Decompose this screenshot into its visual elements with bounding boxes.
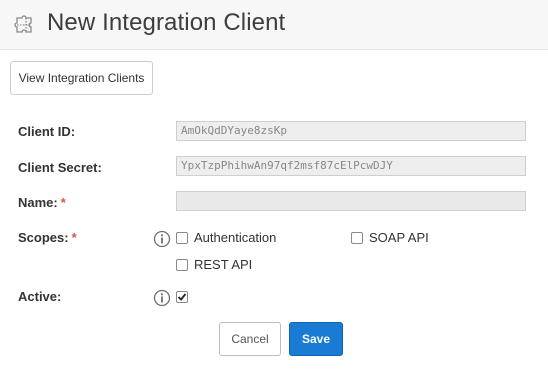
page-title: New Integration Client [47,9,286,36]
authentication-checkbox[interactable] [176,232,188,244]
client-id-label-text: Client ID: [18,124,76,139]
soap-api-label: SOAP API [369,230,429,245]
active-checkbox[interactable] [176,291,188,303]
page-header: New Integration Client [0,0,548,50]
save-button[interactable]: Save [289,322,343,356]
client-id-label: Client ID: [18,124,75,139]
name-label: Name: * [18,195,66,210]
rest-api-checkbox[interactable] [176,259,188,271]
rest-api-label: REST API [194,257,253,272]
required-mark: * [71,230,77,245]
client-secret-label-text: Client Secret: [18,160,102,175]
name-label-text: Name: [18,195,58,210]
active-info-icon[interactable] [153,289,171,307]
checkmark-icon [177,293,187,301]
scopes-info-icon[interactable] [153,230,171,248]
scopes-label: Scopes: * [18,230,77,245]
name-input[interactable] [176,191,526,211]
cancel-button[interactable]: Cancel [219,322,281,356]
soap-api-checkbox[interactable] [351,232,363,244]
view-integration-clients-button[interactable]: View Integration Clients [10,61,153,95]
active-label-text: Active: [18,289,62,304]
required-mark: * [60,195,66,210]
active-label: Active: [18,289,61,304]
authentication-label: Authentication [194,230,277,245]
client-id-field[interactable]: AmOkQdDYaye8zsKp [176,121,526,141]
client-secret-field[interactable]: YpxTzpPhihwAn97qf2msf87cElPcwDJY [176,156,526,176]
scopes-label-text: Scopes: [18,230,69,245]
puzzle-icon [14,13,38,37]
client-secret-label: Client Secret: [18,160,102,175]
